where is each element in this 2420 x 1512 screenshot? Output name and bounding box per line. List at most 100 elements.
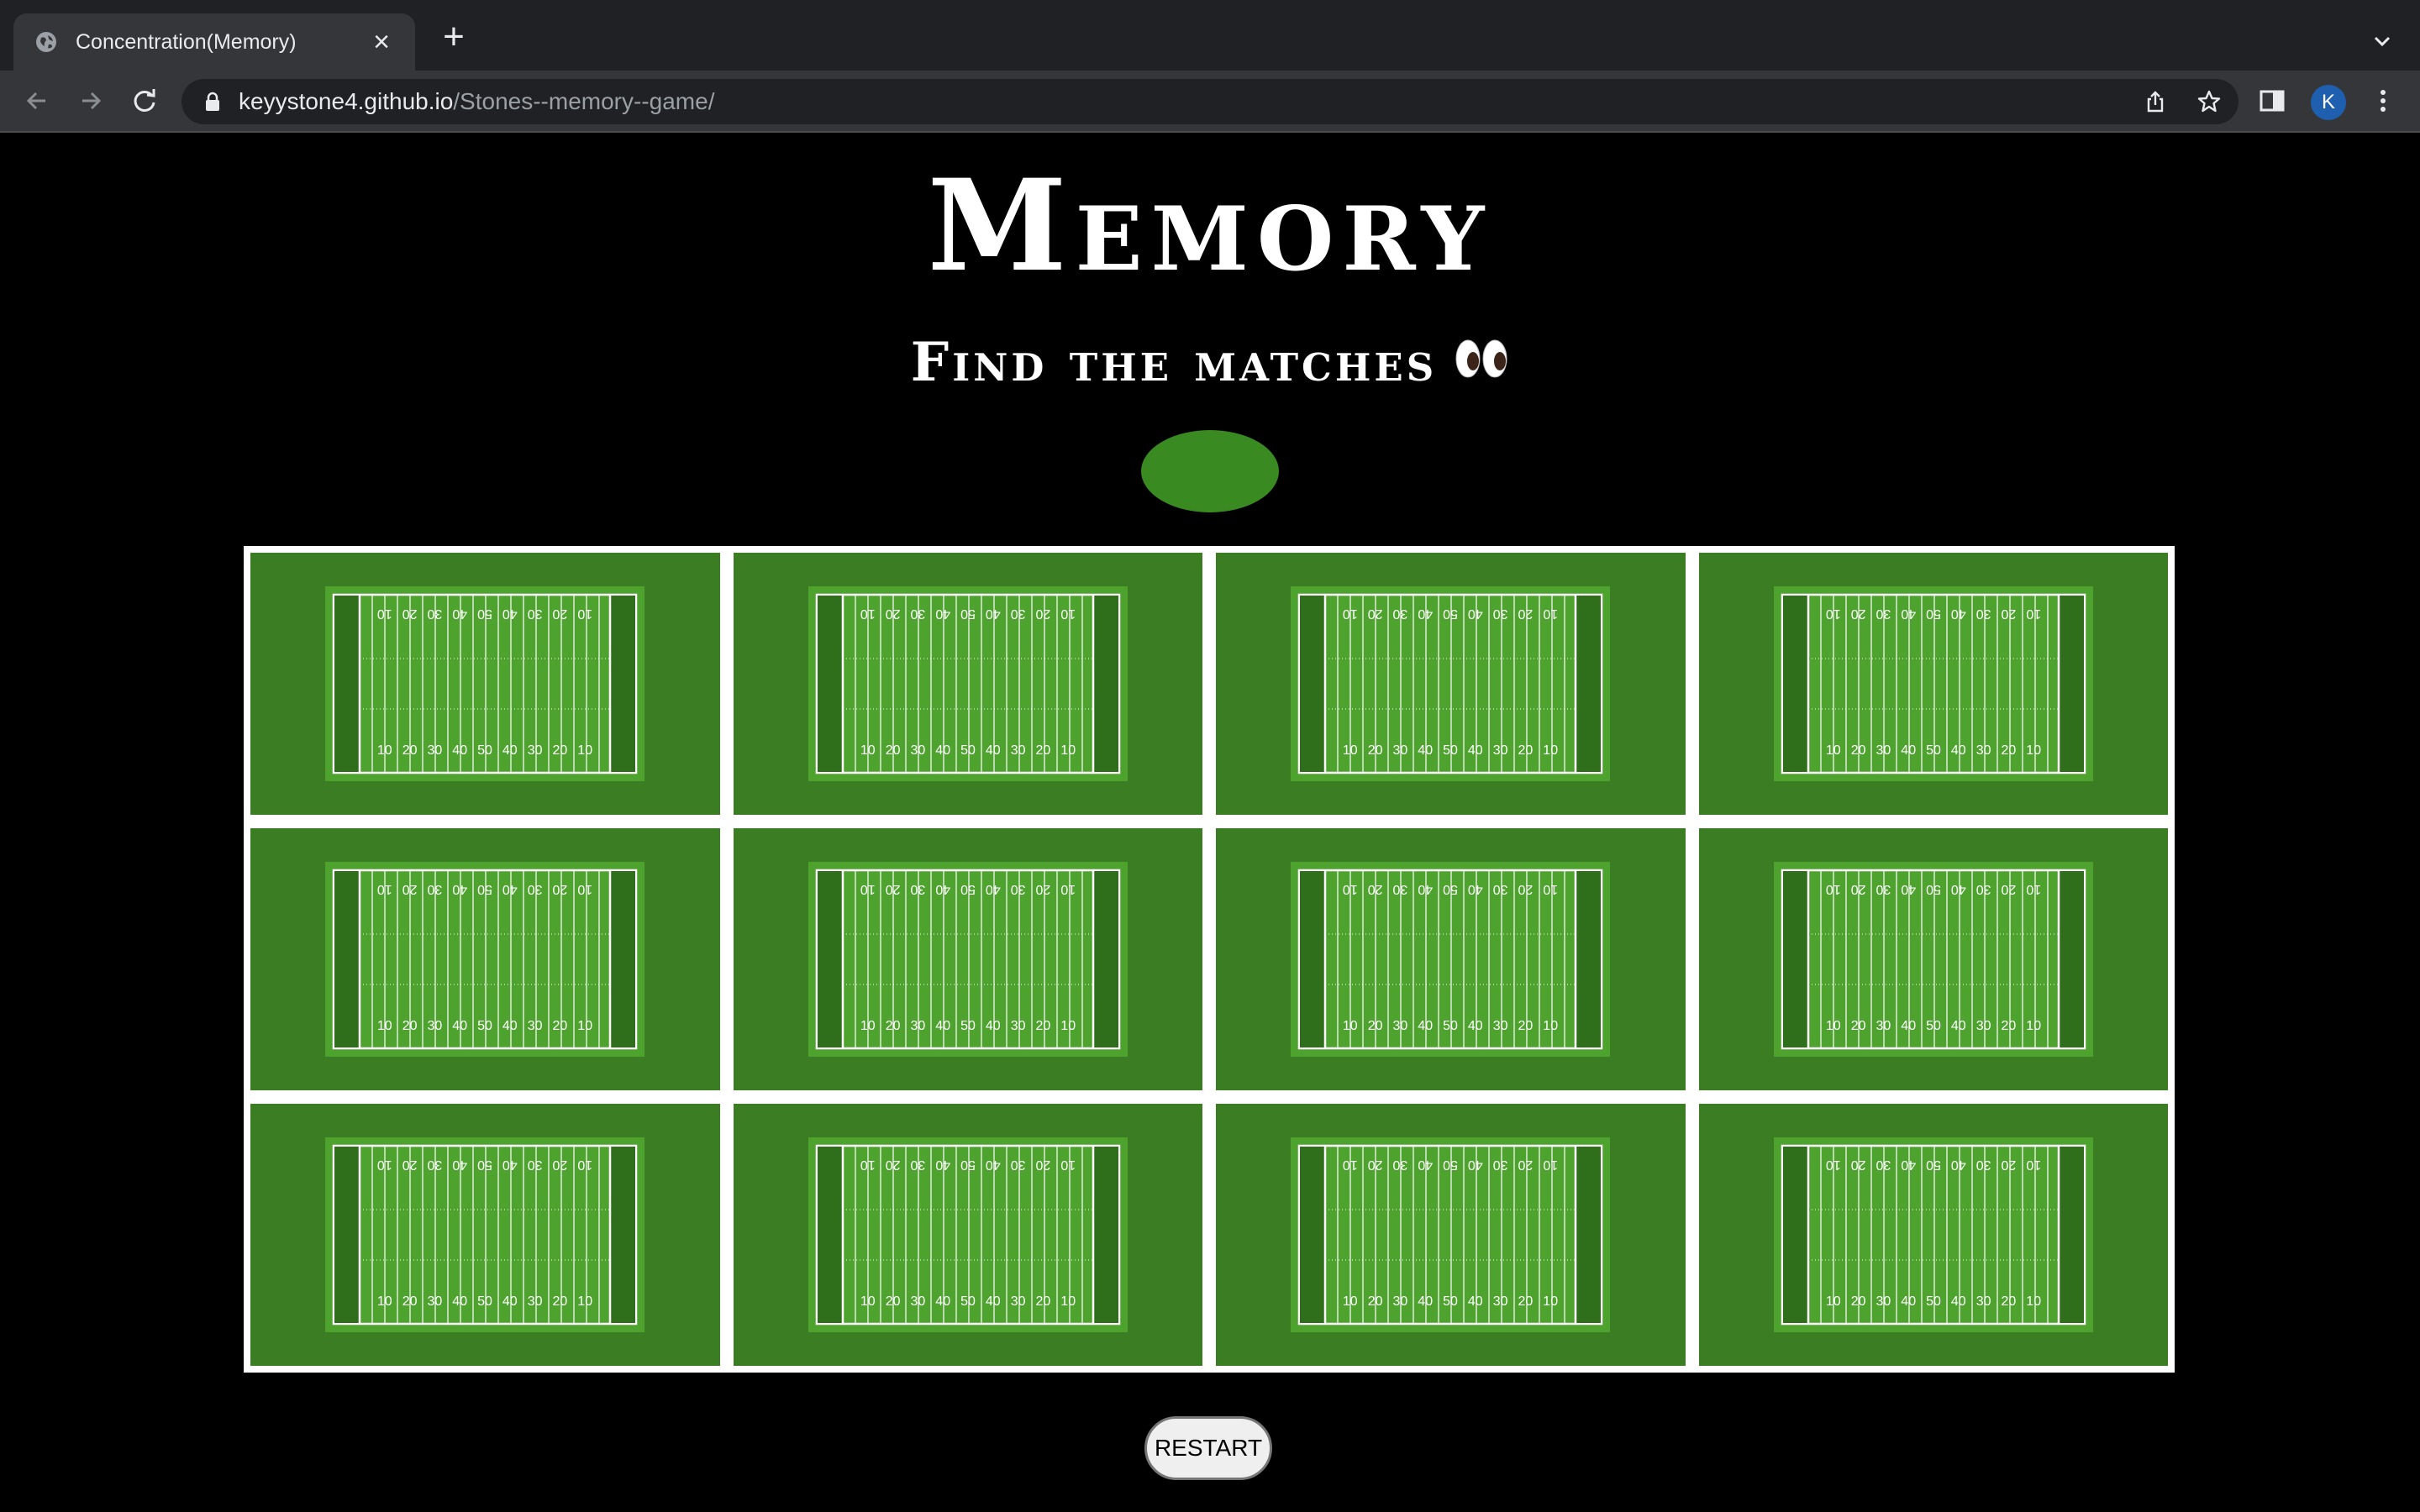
yard-number: 40 [935,1019,950,1033]
yard-number: 20 [1518,743,1534,758]
restart-button[interactable]: RESTART [1144,1416,1272,1480]
yard-number: 40 [452,606,467,621]
browser-tab[interactable]: Concentration(Memory) × [13,13,415,71]
yard-number: 30 [528,606,543,621]
yard-number: 10 [1826,882,1841,896]
memory-card[interactable]: 10 20 30 40 50 40 30 20 10 10 20 30 40 50 40 30 20 10 [1216,553,1686,815]
yard-number: 50 [1926,743,1941,758]
yard-number: 30 [428,1019,443,1033]
yard-number: 10 [578,1019,593,1033]
yard-number: 30 [1393,1019,1408,1033]
bookmark-star-icon[interactable] [2196,89,2222,114]
profile-avatar[interactable]: K [2311,85,2346,120]
yard-number: 40 [986,1294,1001,1309]
yard-number: 30 [910,1158,925,1172]
back-icon[interactable] [20,84,54,118]
memory-card[interactable]: 10 20 30 40 50 40 30 20 10 10 20 30 40 50 40 30 20 10 [733,828,1202,1090]
tab-strip: Concentration(Memory) × + [0,0,2420,71]
yard-number: 50 [1443,1158,1458,1172]
yard-number: 50 [960,882,976,896]
memory-card[interactable]: 10 20 30 40 50 40 30 20 10 10 20 30 40 50 40 30 20 10 [733,553,1202,815]
yard-number: 40 [1951,1019,1966,1033]
yard-number: 30 [1010,743,1025,758]
yard-number: 40 [502,743,518,758]
yard-number: 10 [860,743,876,758]
yard-number: 10 [377,1019,392,1033]
yard-number: 40 [1951,743,1966,758]
yard-number: 40 [502,1158,518,1172]
yard-number: 30 [528,743,543,758]
yard-number: 40 [1418,1019,1434,1033]
yard-number: 20 [402,1158,418,1172]
memory-card[interactable]: 10 20 30 40 50 40 30 20 10 10 20 30 40 50 40 30 20 10 [1698,1104,2168,1366]
browser-toolbar: keyystone4.github.io/Stones--memory--gam… [0,71,2420,133]
lock-icon[interactable] [203,92,222,112]
yard-number: 40 [452,1158,467,1172]
yard-number: 20 [1035,743,1050,758]
yard-number: 20 [1368,606,1383,621]
reload-icon[interactable] [128,84,161,118]
yard-number: 20 [2001,1019,2016,1033]
address-bar[interactable]: keyystone4.github.io/Stones--memory--gam… [182,79,2238,124]
more-menu-icon[interactable] [2368,86,2398,116]
memory-card[interactable]: 10 20 30 40 50 40 30 20 10 10 20 30 40 50 40 30 20 10 [1216,828,1686,1090]
yard-number: 40 [986,882,1001,896]
yard-number: 40 [1468,606,1483,621]
yard-number: 20 [553,1158,568,1172]
yard-number: 50 [960,743,976,758]
yard-number: 30 [1493,882,1508,896]
yard-number: 20 [553,1019,568,1033]
yard-number: 20 [1518,1158,1534,1172]
yard-number: 20 [553,606,568,621]
yard-number: 40 [1468,882,1483,896]
yard-number: 20 [402,606,418,621]
yard-number: 10 [577,1158,592,1172]
chevron-down-icon[interactable] [2370,29,2395,54]
yard-number: 30 [1975,743,1991,758]
memory-card[interactable]: 10 20 30 40 50 40 30 20 10 10 20 30 40 50 40 30 20 10 [1698,828,2168,1090]
memory-card[interactable]: 10 20 30 40 50 40 30 20 10 10 20 30 40 50 40 30 20 10 [1216,1104,1686,1366]
new-tab-button[interactable]: + [437,18,471,55]
game-page: Memory Find the matches 10 20 30 40 50 40 30 20… [0,133,2420,1512]
yard-number: 40 [1468,1158,1483,1172]
share-icon[interactable] [2143,89,2168,114]
yard-number: 10 [577,882,592,896]
forward-icon[interactable] [74,84,108,118]
yard-number: 20 [1368,1158,1383,1172]
side-panel-icon[interactable] [2257,86,2287,116]
eyes-icon [1455,339,1507,377]
close-tab-icon[interactable]: × [368,28,395,56]
memory-card[interactable]: 10 20 30 40 50 40 30 20 10 10 20 30 40 50 40 30 20 10 [250,553,720,815]
football-field-image: 10 20 30 40 50 40 30 20 10 10 20 30 40 50 40 30 20 10 [1291,1137,1611,1332]
memory-card[interactable]: 10 20 30 40 50 40 30 20 10 10 20 30 40 50 40 30 20 10 [250,1104,720,1366]
yard-number: 40 [935,882,950,896]
yard-number: 30 [1975,1158,1991,1172]
yard-number: 40 [1418,743,1434,758]
yard-number: 20 [885,1158,900,1172]
yard-number: 40 [986,1158,1001,1172]
yard-number: 50 [477,1294,492,1309]
yard-number: 30 [1393,1294,1408,1309]
yard-number: 30 [1010,1294,1025,1309]
memory-card[interactable]: 10 20 30 40 50 40 30 20 10 10 20 30 40 50 40 30 20 10 [1698,553,2168,815]
yard-number: 20 [1368,1019,1383,1033]
football-field-image: 10 20 30 40 50 40 30 20 10 10 20 30 40 50 40 30 20 10 [325,862,645,1057]
yard-number: 10 [1544,743,1559,758]
yard-number: 50 [960,1294,976,1309]
yard-number: 50 [1443,606,1458,621]
yard-number: 10 [377,743,392,758]
yard-number: 20 [1368,1294,1383,1309]
yard-number: 10 [377,1158,392,1172]
yard-number: 10 [2026,743,2041,758]
yard-number: 30 [1010,1019,1025,1033]
yard-number: 20 [1368,882,1383,896]
memory-card[interactable]: 10 20 30 40 50 40 30 20 10 10 20 30 40 50 40 30 20 10 [250,828,720,1090]
yard-number: 10 [1343,1019,1358,1033]
yard-number: 20 [2001,882,2016,896]
yard-number: 10 [1826,743,1841,758]
yard-number: 30 [1876,1294,1891,1309]
yard-number: 40 [1901,743,1916,758]
url-host: keyystone4.github.io [239,88,454,114]
memory-card[interactable]: 10 20 30 40 50 40 30 20 10 10 20 30 40 50 40 30 20 10 [733,1104,1202,1366]
yard-number: 10 [1826,1294,1841,1309]
